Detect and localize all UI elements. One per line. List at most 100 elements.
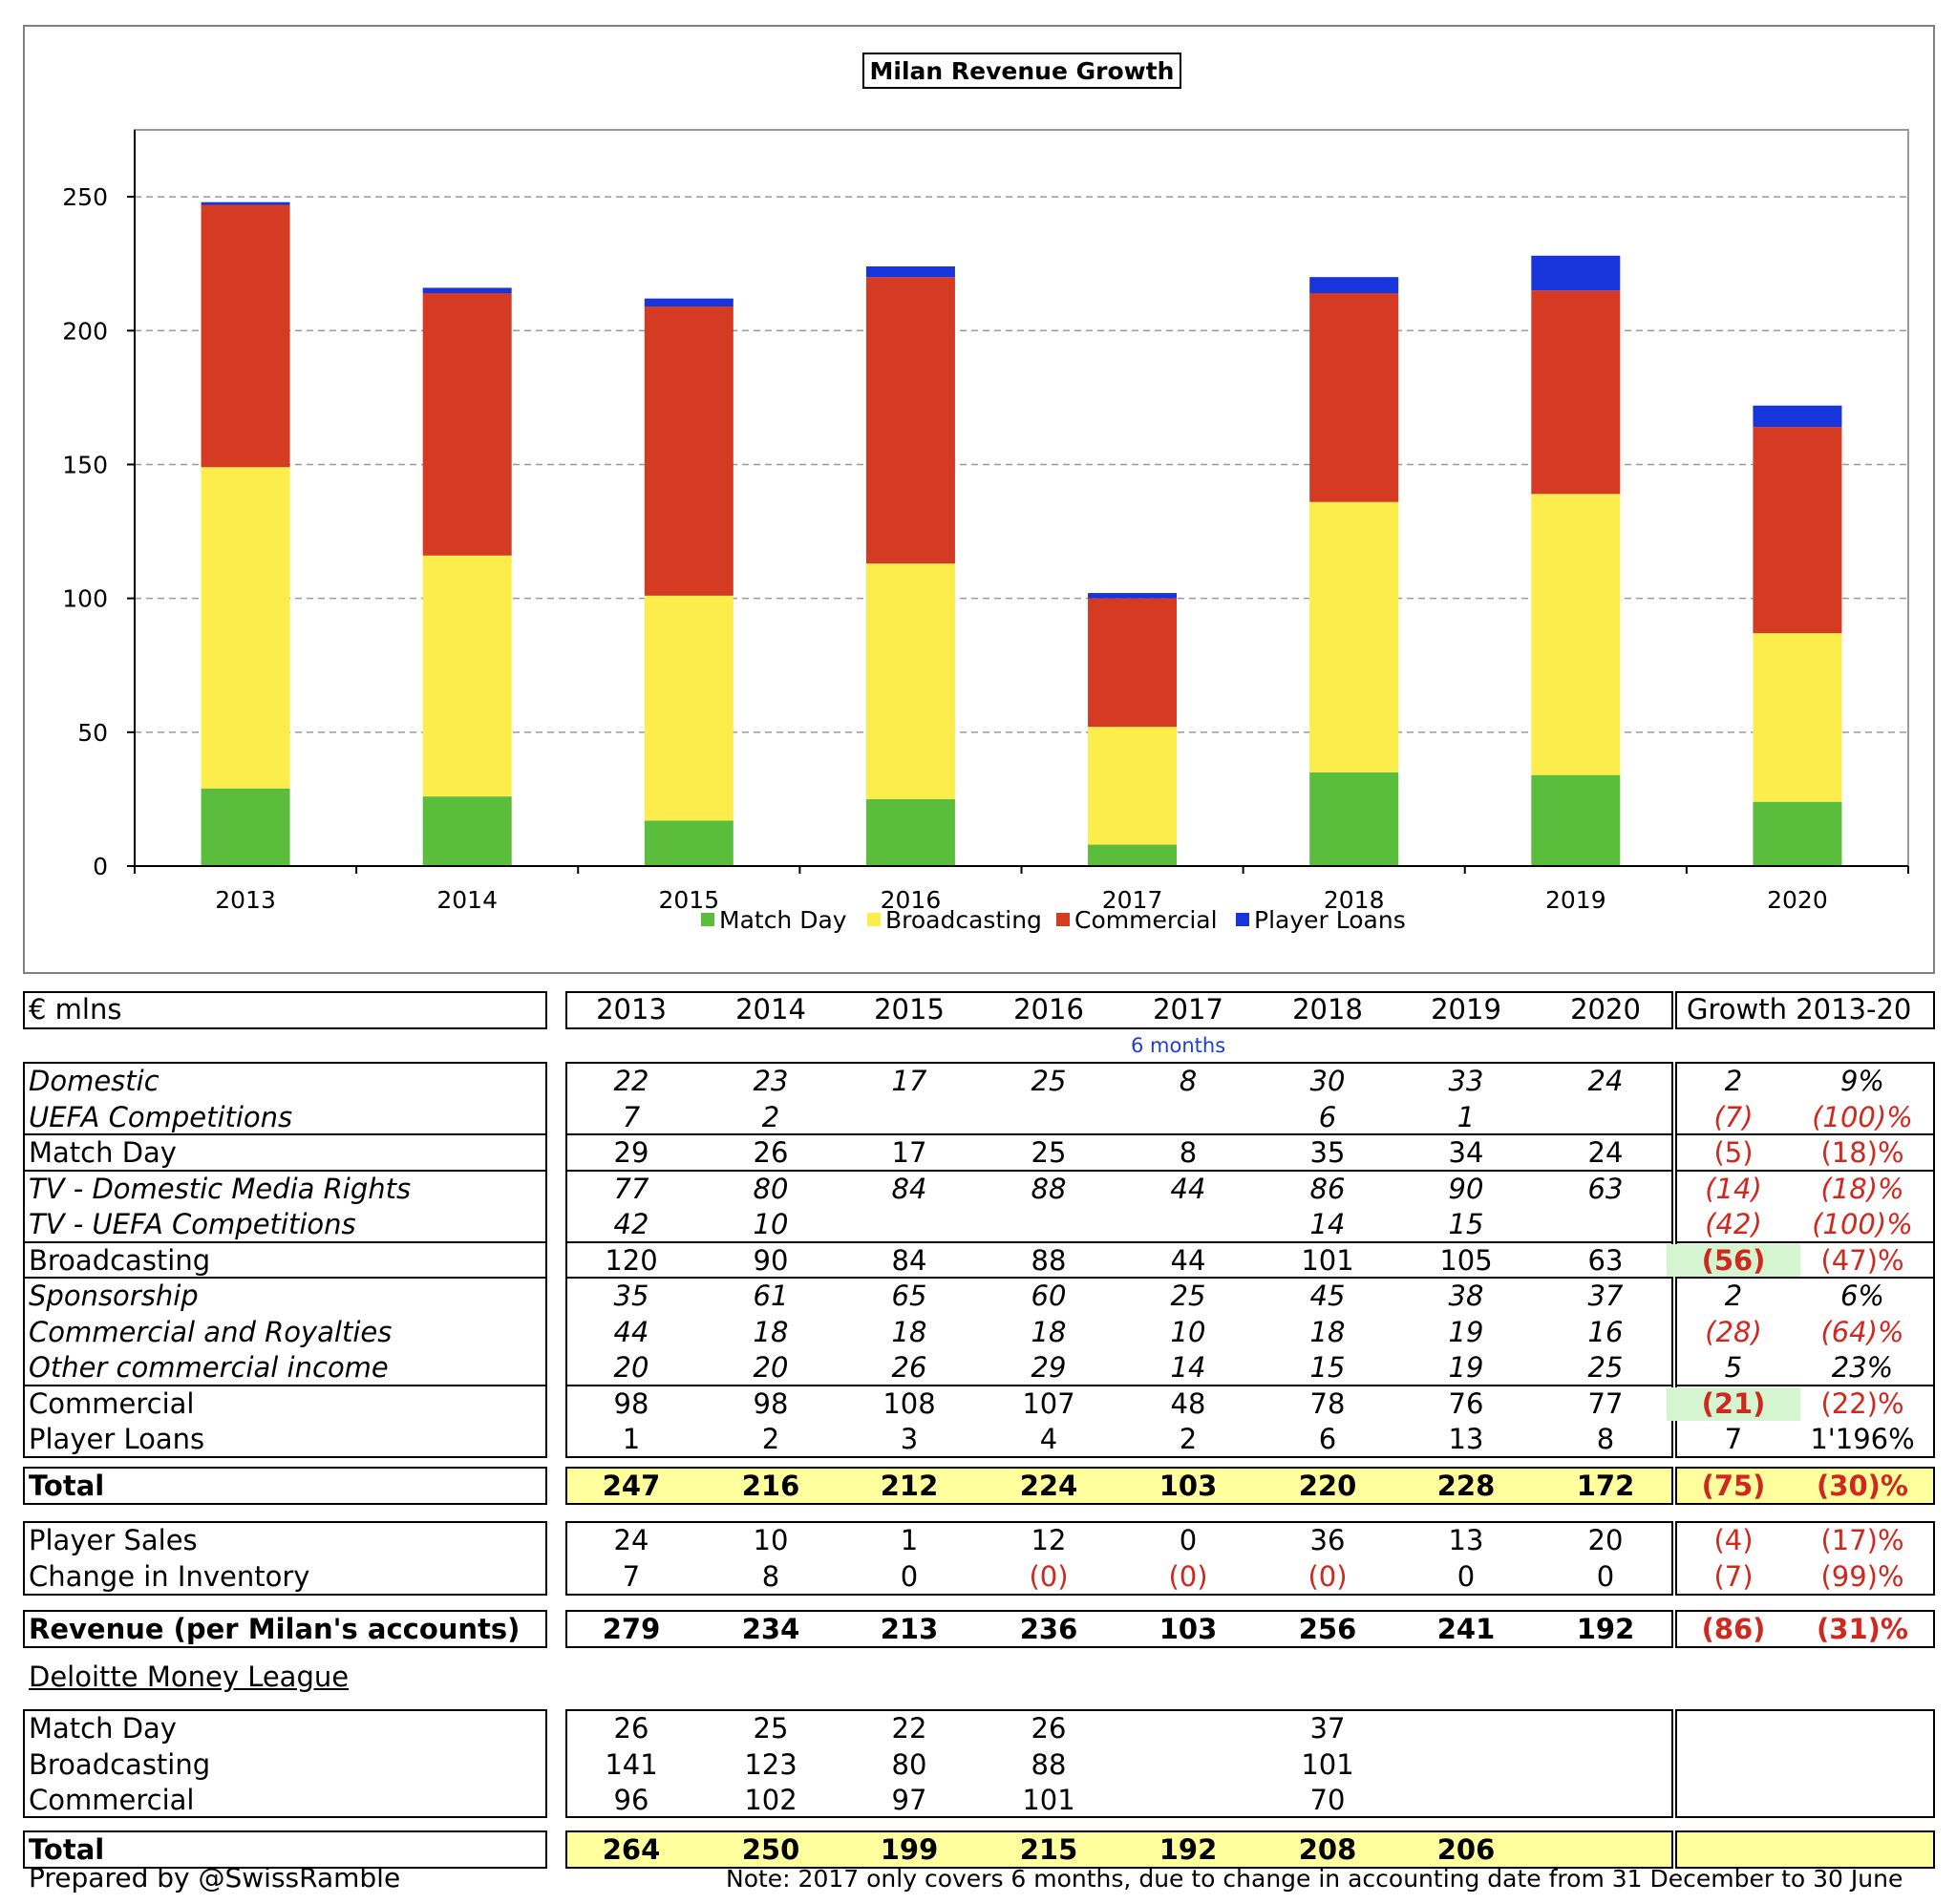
cell-2017: 44 <box>1170 1172 1206 1205</box>
growth-abs: (28) <box>1705 1315 1762 1348</box>
cell-2018: 18 <box>1309 1315 1346 1348</box>
cell-2018: 86 <box>1309 1172 1346 1205</box>
cell-2019: 34 <box>1448 1136 1484 1169</box>
cell-2015: 3 <box>900 1423 919 1455</box>
bar-player-loans-2015 <box>644 298 734 307</box>
cell-2016: 26 <box>1031 1712 1067 1745</box>
year-header-2019: 2019 <box>1431 993 1501 1026</box>
cell-2013: 279 <box>602 1613 661 1645</box>
year-header-2015: 2015 <box>874 993 945 1026</box>
cell-2015: 22 <box>891 1712 927 1745</box>
bar-commercial-2018 <box>1309 293 1399 502</box>
row-label: TV - Domestic Media Rights <box>29 1172 412 1205</box>
legend-label: Player Loans <box>1254 906 1406 934</box>
bar-broadcasting-2017 <box>1088 727 1178 845</box>
cell-2013: 29 <box>613 1136 649 1169</box>
bar-commercial-2019 <box>1531 290 1621 495</box>
stacked-bar-chart: 0501001502002502013 2014 2015 2016 2017 2018 2… <box>62 53 1909 934</box>
cell-2015: 212 <box>880 1470 939 1502</box>
cell-2014: 234 <box>741 1613 800 1645</box>
cell-2013: 44 <box>613 1315 649 1348</box>
growth-abs: (7) <box>1713 1100 1754 1133</box>
cell-2013: 35 <box>613 1280 649 1312</box>
cell-2013: 120 <box>605 1243 658 1277</box>
growth-pct: (99)% <box>1820 1559 1904 1593</box>
bar-match-day-2014 <box>422 796 512 866</box>
cell-2017: 25 <box>1170 1280 1206 1312</box>
prepared-by: Prepared by @SwissRamble <box>29 1862 401 1893</box>
growth-pct: 6% <box>1839 1280 1884 1312</box>
cell-2014: 123 <box>744 1747 797 1781</box>
legend-swatch <box>1056 913 1070 926</box>
row-label: TV - UEFA Competitions <box>29 1208 356 1240</box>
cell-2015: 84 <box>891 1243 927 1277</box>
cell-2018: 6 <box>1318 1423 1337 1455</box>
cell-2014: 10 <box>753 1208 789 1240</box>
cell-2019: 19 <box>1448 1315 1484 1348</box>
cell-2020: 24 <box>1587 1136 1624 1169</box>
cell-2017: 103 <box>1159 1613 1218 1645</box>
cell-2017: 8 <box>1179 1136 1198 1169</box>
bar-player-loans-2013 <box>201 201 290 205</box>
growth-pct: 9% <box>1839 1065 1884 1097</box>
cell-2020: 25 <box>1587 1351 1624 1384</box>
footnote: Note: 2017 only covers 6 months, due to … <box>726 1865 1903 1893</box>
row-label: Broadcasting <box>29 1243 211 1277</box>
cell-2018: 101 <box>1301 1243 1354 1277</box>
cell-2018: 37 <box>1309 1712 1346 1745</box>
cell-2013: 7 <box>622 1100 641 1133</box>
unit-label: € mlns <box>29 993 122 1026</box>
cell-2019: 15 <box>1448 1208 1484 1240</box>
cell-2016: 4 <box>1039 1423 1058 1455</box>
cell-2019: 38 <box>1448 1280 1484 1312</box>
row-label: Broadcasting <box>29 1747 211 1781</box>
cell-2018: (0) <box>1308 1559 1348 1593</box>
cell-2014: 61 <box>753 1280 789 1312</box>
cell-2016: 107 <box>1022 1386 1075 1420</box>
cell-2013: 264 <box>602 1833 661 1866</box>
bar-match-day-2016 <box>865 798 955 866</box>
growth-pct: (18)% <box>1820 1136 1904 1169</box>
cell-2017: 103 <box>1159 1470 1218 1502</box>
cell-2013: 24 <box>613 1524 649 1556</box>
bar-player-loans-2014 <box>422 287 512 294</box>
cell-2018: 36 <box>1309 1524 1346 1556</box>
legend-swatch <box>701 913 714 926</box>
cell-2013: 1 <box>622 1423 641 1455</box>
cell-2014: 2 <box>761 1100 780 1133</box>
row-label: Player Loans <box>29 1423 205 1455</box>
chart-panel: 0 50 100 150 200 250 2013 2014 2015 2016 2017 2018 2… <box>23 25 1935 974</box>
bar-match-day-2015 <box>644 820 734 866</box>
cell-2013: 98 <box>613 1386 649 1420</box>
cell-2015: 80 <box>891 1747 927 1781</box>
cell-2014: 98 <box>753 1386 789 1420</box>
cell-2015: 108 <box>882 1386 936 1420</box>
cell-2016: 215 <box>1019 1833 1078 1866</box>
bar-match-day-2017 <box>1088 844 1178 866</box>
cell-2016: 101 <box>1022 1784 1075 1816</box>
legend-swatch <box>867 913 881 926</box>
cell-2018: 208 <box>1298 1833 1357 1866</box>
row-label: Sponsorship <box>29 1280 199 1312</box>
cell-2020: 24 <box>1587 1065 1624 1097</box>
x-tick-label: 2015 <box>659 886 720 914</box>
row-label: Other commercial income <box>29 1351 389 1384</box>
cell-2014: 2 <box>761 1423 780 1455</box>
growth-pct: (47)% <box>1820 1243 1904 1277</box>
cell-2017: 44 <box>1170 1243 1206 1277</box>
deloitte-total-growth-box <box>1675 1830 1935 1869</box>
legend-label: Match Day <box>719 906 847 934</box>
bar-match-day-2018 <box>1309 772 1399 866</box>
cell-2013: 7 <box>622 1559 641 1593</box>
bar-commercial-2017 <box>1088 598 1178 728</box>
cell-2015: 18 <box>891 1315 927 1348</box>
legend-label: Broadcasting <box>885 906 1042 934</box>
bar-broadcasting-2013 <box>201 467 290 789</box>
row-label: Player Sales <box>29 1524 198 1556</box>
cell-2013: 42 <box>613 1208 649 1240</box>
growth-abs: (56) <box>1701 1243 1766 1277</box>
cell-2018: 35 <box>1309 1136 1346 1169</box>
row-label: UEFA Competitions <box>29 1100 293 1133</box>
y-tick-label: 200 <box>62 317 108 345</box>
cell-2018: 14 <box>1309 1208 1346 1240</box>
